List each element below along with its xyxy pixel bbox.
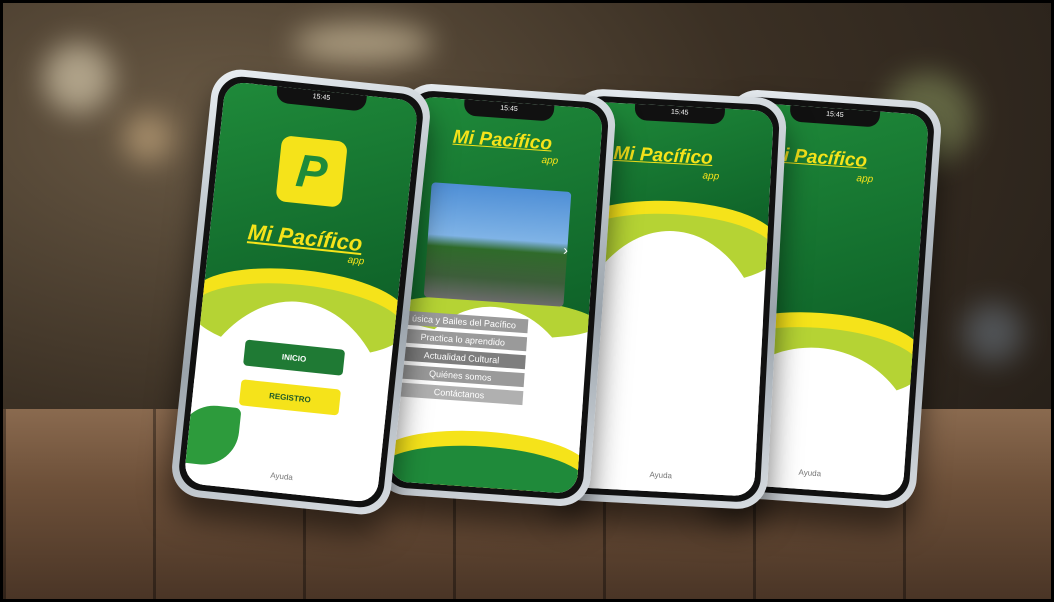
- bokeh-light: [43, 43, 113, 113]
- app-screen-login: 15:45 P Mi Pacífico app INICIO REGISTRO …: [183, 80, 419, 504]
- app-logo-sub: app: [347, 254, 365, 268]
- app-logo-sub: app: [702, 170, 720, 183]
- bokeh-light: [963, 303, 1023, 363]
- next-arrow-icon[interactable]: ›: [563, 242, 569, 258]
- app-icon: P: [275, 135, 348, 208]
- app-logo-sub: app: [856, 173, 874, 186]
- phone-1: 15:45 P Mi Pacífico app INICIO REGISTRO …: [169, 66, 433, 518]
- bokeh-light: [293, 23, 433, 63]
- photo-scene: 15:45 Mi Pacífico app Ayuda 15:45 Mi Pac…: [0, 0, 1054, 602]
- app-logo-sub: app: [541, 154, 559, 167]
- phone-screen: 15:45 P Mi Pacífico app INICIO REGISTRO …: [176, 74, 426, 510]
- bokeh-light: [123, 113, 173, 163]
- culture-photo: [423, 182, 572, 307]
